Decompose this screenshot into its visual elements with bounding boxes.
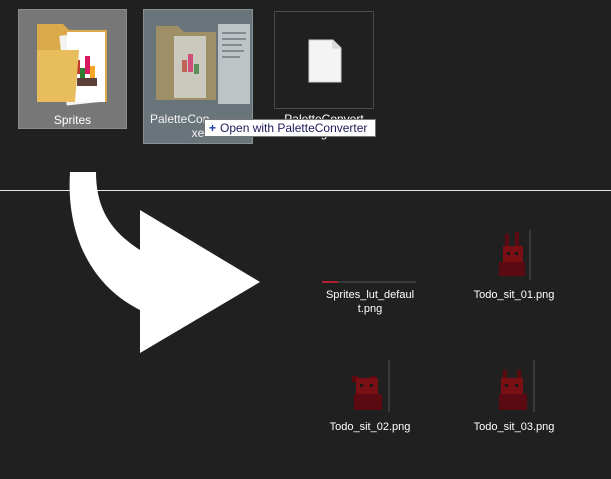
sprite-thumbnail: [499, 230, 531, 280]
sprite-thumbnail: [352, 360, 390, 412]
sprite-thumbnail: [499, 360, 535, 412]
output-file-name: Todo_sit_02.png: [329, 421, 411, 433]
output-file-name-line2: t.png: [357, 303, 383, 315]
output-file-name: Todo_sit_03.png: [473, 421, 555, 433]
output-file-name-line1: Sprites_lut_defaul: [325, 289, 415, 301]
lut-thumbnail: [322, 281, 416, 283]
output-file-name: Todo_sit_01.png: [473, 289, 555, 301]
